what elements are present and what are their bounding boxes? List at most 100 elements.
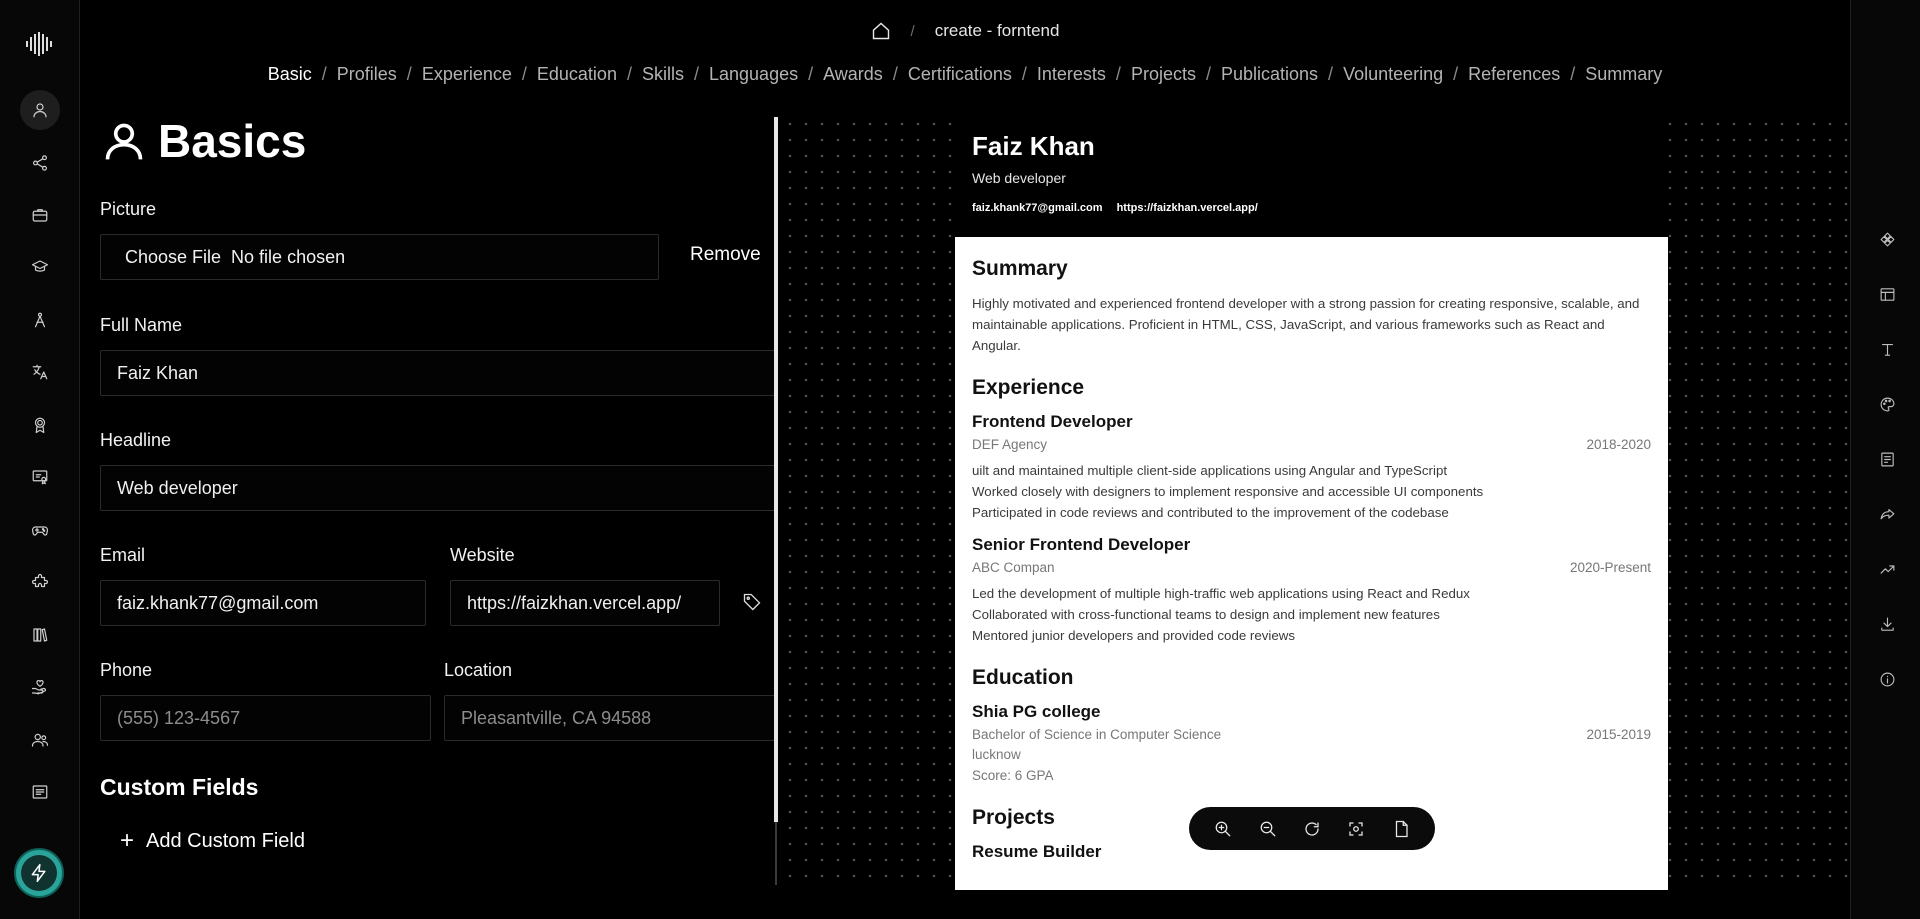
nav-awards-button[interactable] bbox=[20, 405, 60, 445]
information-button[interactable] bbox=[1876, 668, 1898, 690]
sharing-button[interactable] bbox=[1876, 503, 1898, 525]
bottom-strip bbox=[80, 890, 1850, 919]
tag-icon[interactable] bbox=[742, 592, 762, 612]
phone-input[interactable]: (555) 123-4567 bbox=[100, 695, 431, 741]
nav-separator: / bbox=[808, 64, 814, 84]
picture-file-input[interactable]: Choose File No file chosen bbox=[100, 234, 659, 280]
user-icon bbox=[33, 103, 47, 118]
nav-references-button[interactable] bbox=[20, 720, 60, 760]
zoom-out-icon bbox=[1260, 821, 1275, 836]
layout-button[interactable] bbox=[1876, 283, 1898, 305]
full-name-input[interactable]: Faiz Khan bbox=[100, 350, 775, 396]
section-nav-interests[interactable]: Interests bbox=[1037, 64, 1106, 84]
zoom-out-button[interactable] bbox=[1257, 818, 1279, 840]
section-navigation: Basic / Profiles / Experience / Education / Skil… bbox=[80, 64, 1850, 88]
zoom-toolbar bbox=[1189, 807, 1435, 850]
resume-page: Faiz Khan Web developer faiz.khank77@gma… bbox=[955, 113, 1668, 890]
section-nav-references[interactable]: References bbox=[1468, 64, 1560, 84]
reset-icon bbox=[1305, 821, 1319, 836]
section-nav-awards[interactable]: Awards bbox=[823, 64, 883, 84]
zoom-in-button[interactable] bbox=[1212, 818, 1234, 840]
section-nav-education[interactable]: Education bbox=[537, 64, 617, 84]
zoom-in-icon bbox=[1215, 821, 1231, 836]
document-title[interactable]: create - forntend bbox=[935, 21, 1060, 41]
export-button[interactable] bbox=[1876, 613, 1898, 635]
template-button[interactable] bbox=[1876, 228, 1898, 250]
email-label: Email bbox=[100, 545, 146, 565]
section-nav-publications[interactable]: Publications bbox=[1221, 64, 1318, 84]
section-nav-certifications[interactable]: Certifications bbox=[908, 64, 1012, 84]
skill-icon bbox=[34, 312, 46, 328]
resume-summary-heading: Summary bbox=[972, 257, 1068, 280]
basics-editor-panel: Basics Picture Choose File No file chose… bbox=[80, 110, 775, 890]
volunteer-icon bbox=[31, 680, 47, 695]
resume-experience-bullet: Mentored junior developers and provided … bbox=[972, 628, 1296, 643]
section-nav-languages[interactable]: Languages bbox=[709, 64, 798, 84]
picture-label: Picture bbox=[100, 199, 157, 219]
summary-icon bbox=[32, 785, 48, 799]
section-nav-volunteering[interactable]: Volunteering bbox=[1343, 64, 1443, 84]
section-nav-experience[interactable]: Experience bbox=[422, 64, 512, 84]
nav-basics-button[interactable] bbox=[20, 90, 60, 130]
resume-summary-text: Highly motivated and experienced fronten… bbox=[972, 296, 1640, 353]
email-input[interactable]: faiz.khank77@gmail.com bbox=[100, 580, 426, 626]
nav-profiles-button[interactable] bbox=[20, 143, 60, 183]
resume-education-location: lucknow bbox=[972, 747, 1021, 762]
nav-separator: / bbox=[892, 64, 898, 84]
certificate-icon bbox=[32, 470, 48, 485]
add-custom-field-button[interactable]: + Add Custom Field bbox=[120, 827, 305, 855]
nav-publications-button[interactable] bbox=[20, 615, 60, 655]
nav-summary-button[interactable] bbox=[20, 772, 60, 812]
nav-separator: / bbox=[521, 64, 527, 84]
home-icon[interactable] bbox=[871, 21, 891, 41]
resume-education-heading: Education bbox=[972, 666, 1074, 689]
nav-projects-button[interactable] bbox=[20, 562, 60, 602]
nav-separator: / bbox=[1453, 64, 1459, 84]
resume-experience-bullet: Collaborated with cross-functional teams… bbox=[972, 607, 1440, 622]
resume-education-dates: 2015-2019 bbox=[1586, 727, 1651, 742]
notes-button[interactable] bbox=[1876, 448, 1898, 470]
puzzle-icon bbox=[31, 573, 49, 588]
center-artboard-button[interactable] bbox=[1345, 818, 1367, 840]
statistics-button[interactable] bbox=[1876, 558, 1898, 580]
nav-separator: / bbox=[1115, 64, 1121, 84]
typography-button[interactable] bbox=[1876, 338, 1898, 360]
user-avatar[interactable] bbox=[14, 848, 64, 898]
headline-input[interactable]: Web developer bbox=[100, 465, 775, 511]
nav-separator: / bbox=[693, 64, 699, 84]
resume-experience-bullet: Worked closely with designers to impleme… bbox=[972, 484, 1484, 499]
nav-experience-button[interactable] bbox=[20, 195, 60, 235]
resume-experience-heading: Experience bbox=[972, 376, 1085, 399]
location-input[interactable]: Pleasantville, CA 94588 bbox=[444, 695, 775, 741]
panel-divider bbox=[775, 822, 777, 885]
section-nav-skills[interactable]: Skills bbox=[642, 64, 684, 84]
reset-zoom-button[interactable] bbox=[1301, 818, 1323, 840]
nav-separator: / bbox=[1328, 64, 1334, 84]
section-nav-projects[interactable]: Projects bbox=[1131, 64, 1196, 84]
statistics-icon bbox=[1880, 564, 1894, 574]
nav-interests-button[interactable] bbox=[20, 510, 60, 550]
remove-picture-button[interactable]: Remove bbox=[690, 244, 761, 266]
location-label: Location bbox=[444, 660, 513, 680]
nav-certifications-button[interactable] bbox=[20, 457, 60, 497]
section-nav-profiles[interactable]: Profiles bbox=[337, 64, 397, 84]
nav-languages-button[interactable] bbox=[20, 352, 60, 392]
resume-website: https://faizkhan.vercel.app/ bbox=[1116, 202, 1258, 214]
typography-icon bbox=[1881, 343, 1893, 356]
nav-volunteering-button[interactable] bbox=[20, 667, 60, 707]
choose-file-button[interactable]: Choose File bbox=[117, 247, 221, 268]
resume-experience-dates: 2018-2020 bbox=[1586, 437, 1651, 452]
left-sidebar bbox=[0, 0, 80, 919]
resume-experience-list: Frontend Developer DEF Agency 2018-2020 uil… bbox=[972, 412, 1651, 646]
website-input[interactable]: https://faizkhan.vercel.app/ bbox=[450, 580, 720, 626]
section-nav-basic[interactable]: Basic bbox=[268, 64, 312, 84]
nav-skills-button[interactable] bbox=[20, 300, 60, 340]
section-nav-summary[interactable]: Summary bbox=[1585, 64, 1662, 84]
custom-fields-heading: Custom Fields bbox=[100, 774, 259, 800]
download-pdf-button[interactable] bbox=[1390, 818, 1412, 840]
theme-button[interactable] bbox=[1876, 393, 1898, 415]
resume-experience-dates: 2020-Present bbox=[1569, 560, 1651, 575]
app-logo-icon[interactable] bbox=[25, 32, 53, 56]
nav-education-button[interactable] bbox=[20, 247, 60, 287]
plus-icon: + bbox=[120, 827, 135, 854]
